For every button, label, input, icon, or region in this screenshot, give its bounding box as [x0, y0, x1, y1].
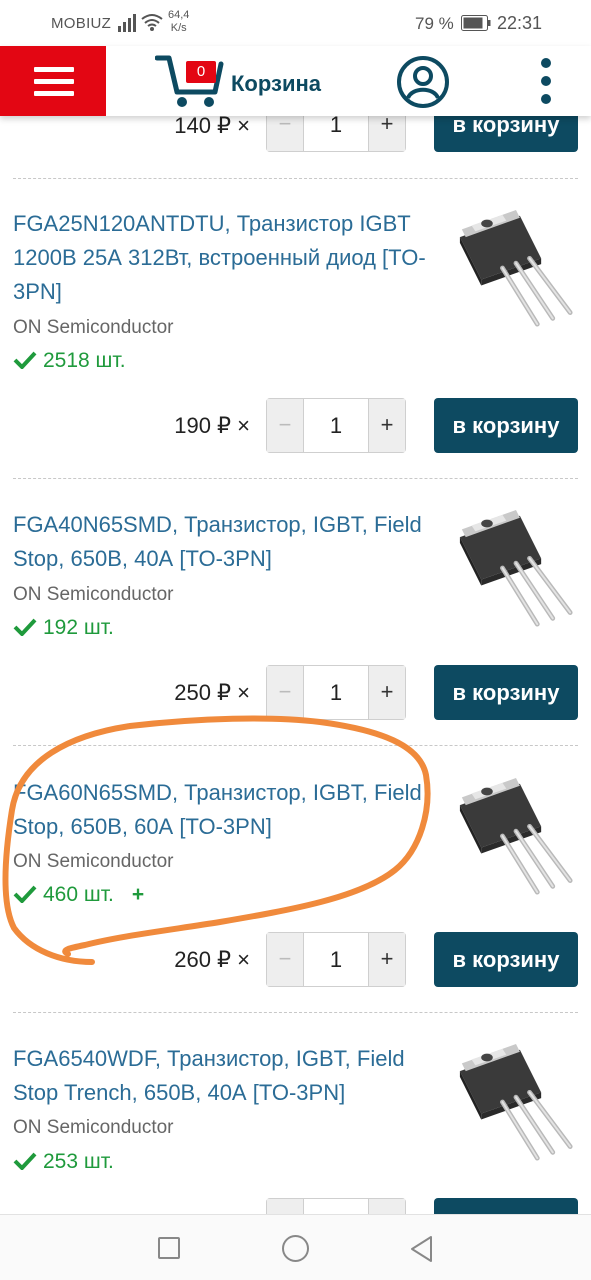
product-title-link[interactable]: FGA6540WDF, Транзистор, IGBT, Field Stop…	[13, 1042, 433, 1110]
price: 260 ₽ ×	[174, 947, 250, 972]
increase-button[interactable]: +	[368, 933, 405, 986]
divider	[13, 745, 578, 746]
quantity-stepper[interactable]: − 1 +	[266, 665, 406, 720]
quantity-value[interactable]	[304, 1199, 368, 1214]
menu-button[interactable]	[0, 46, 106, 116]
product-image[interactable]	[450, 1044, 582, 1162]
increase-button[interactable]: +	[368, 666, 405, 719]
recents-icon[interactable]	[158, 1237, 180, 1259]
stock-count: 460 шт.	[43, 883, 114, 906]
increase-button[interactable]	[368, 1199, 405, 1214]
add-to-cart-button[interactable]: в корзину	[434, 665, 578, 720]
stock-status: 2518 шт.	[13, 349, 126, 373]
hamburger-icon-bar	[34, 79, 74, 84]
price: 140 ₽ ×	[174, 113, 250, 138]
stock-status: 460 шт. +	[13, 883, 144, 907]
quantity-stepper[interactable]: − 1 +	[266, 932, 406, 987]
product-title-link[interactable]: FGA25N120ANTDTU, Транзистор IGBT 1200В 2…	[13, 207, 433, 309]
product-title-link[interactable]: FGA60N65SMD, Транзистор, IGBT, Field Sto…	[13, 776, 433, 844]
stock-count: 253 шт.	[43, 1150, 114, 1173]
product-title-link[interactable]: FGA40N65SMD, Транзистор, IGBT, Field Sto…	[13, 508, 433, 576]
price: 190 ₽ ×	[174, 413, 250, 438]
cart-button[interactable]: 0 Корзина	[155, 54, 335, 110]
cart-label: Корзина	[231, 71, 321, 96]
checkmark-icon	[13, 618, 37, 636]
manufacturer: ON Semiconductor	[13, 317, 174, 338]
quantity-stepper[interactable]	[266, 1198, 406, 1214]
kebab-dot	[541, 94, 551, 104]
decrease-button[interactable]	[267, 1199, 304, 1214]
quantity-value[interactable]: 1	[304, 666, 368, 719]
manufacturer: ON Semiconductor	[13, 851, 174, 872]
manufacturer: ON Semiconductor	[13, 584, 174, 605]
manufacturer: ON Semiconductor	[13, 1117, 174, 1138]
site-header: 0 Корзина	[0, 46, 591, 116]
kebab-dot	[541, 58, 551, 68]
more-stock-link[interactable]: +	[132, 883, 144, 906]
cart-count-badge: 0	[186, 61, 216, 83]
stock-status: 253 шт.	[13, 1150, 114, 1174]
hamburger-icon-bar	[34, 91, 74, 96]
price: 250 ₽ ×	[174, 680, 250, 705]
back-icon[interactable]	[409, 1235, 435, 1263]
more-options-icon[interactable]	[536, 56, 558, 106]
divider	[13, 1012, 578, 1013]
stock-count: 192 шт.	[43, 616, 114, 639]
product-image[interactable]	[450, 778, 582, 896]
stock-count: 2518 шт.	[43, 349, 126, 372]
system-nav-bar	[0, 1214, 591, 1280]
stock-status: 192 шт.	[13, 616, 114, 640]
decrease-button[interactable]: −	[267, 933, 304, 986]
product-list[interactable]: 140 ₽ × − 1 + в корзину FGA25N120ANTDTU,…	[0, 0, 591, 1214]
decrease-button[interactable]: −	[267, 666, 304, 719]
checkmark-icon	[13, 1152, 37, 1170]
add-to-cart-button[interactable]: в корзину	[434, 932, 578, 987]
home-icon[interactable]	[282, 1235, 309, 1262]
kebab-dot	[541, 76, 551, 86]
product-image[interactable]	[450, 510, 582, 628]
quantity-stepper[interactable]: − 1 +	[266, 398, 406, 453]
quantity-value[interactable]: 1	[304, 399, 368, 452]
checkmark-icon	[13, 885, 37, 903]
divider	[13, 178, 578, 179]
user-account-icon[interactable]	[396, 55, 450, 109]
product-image[interactable]	[450, 210, 582, 328]
decrease-button[interactable]: −	[267, 399, 304, 452]
add-to-cart-button[interactable]	[434, 1198, 578, 1214]
add-to-cart-button[interactable]: в корзину	[434, 398, 578, 453]
increase-button[interactable]: +	[368, 399, 405, 452]
hamburger-icon	[34, 67, 74, 72]
divider	[13, 478, 578, 479]
checkmark-icon	[13, 351, 37, 369]
quantity-value[interactable]: 1	[304, 933, 368, 986]
